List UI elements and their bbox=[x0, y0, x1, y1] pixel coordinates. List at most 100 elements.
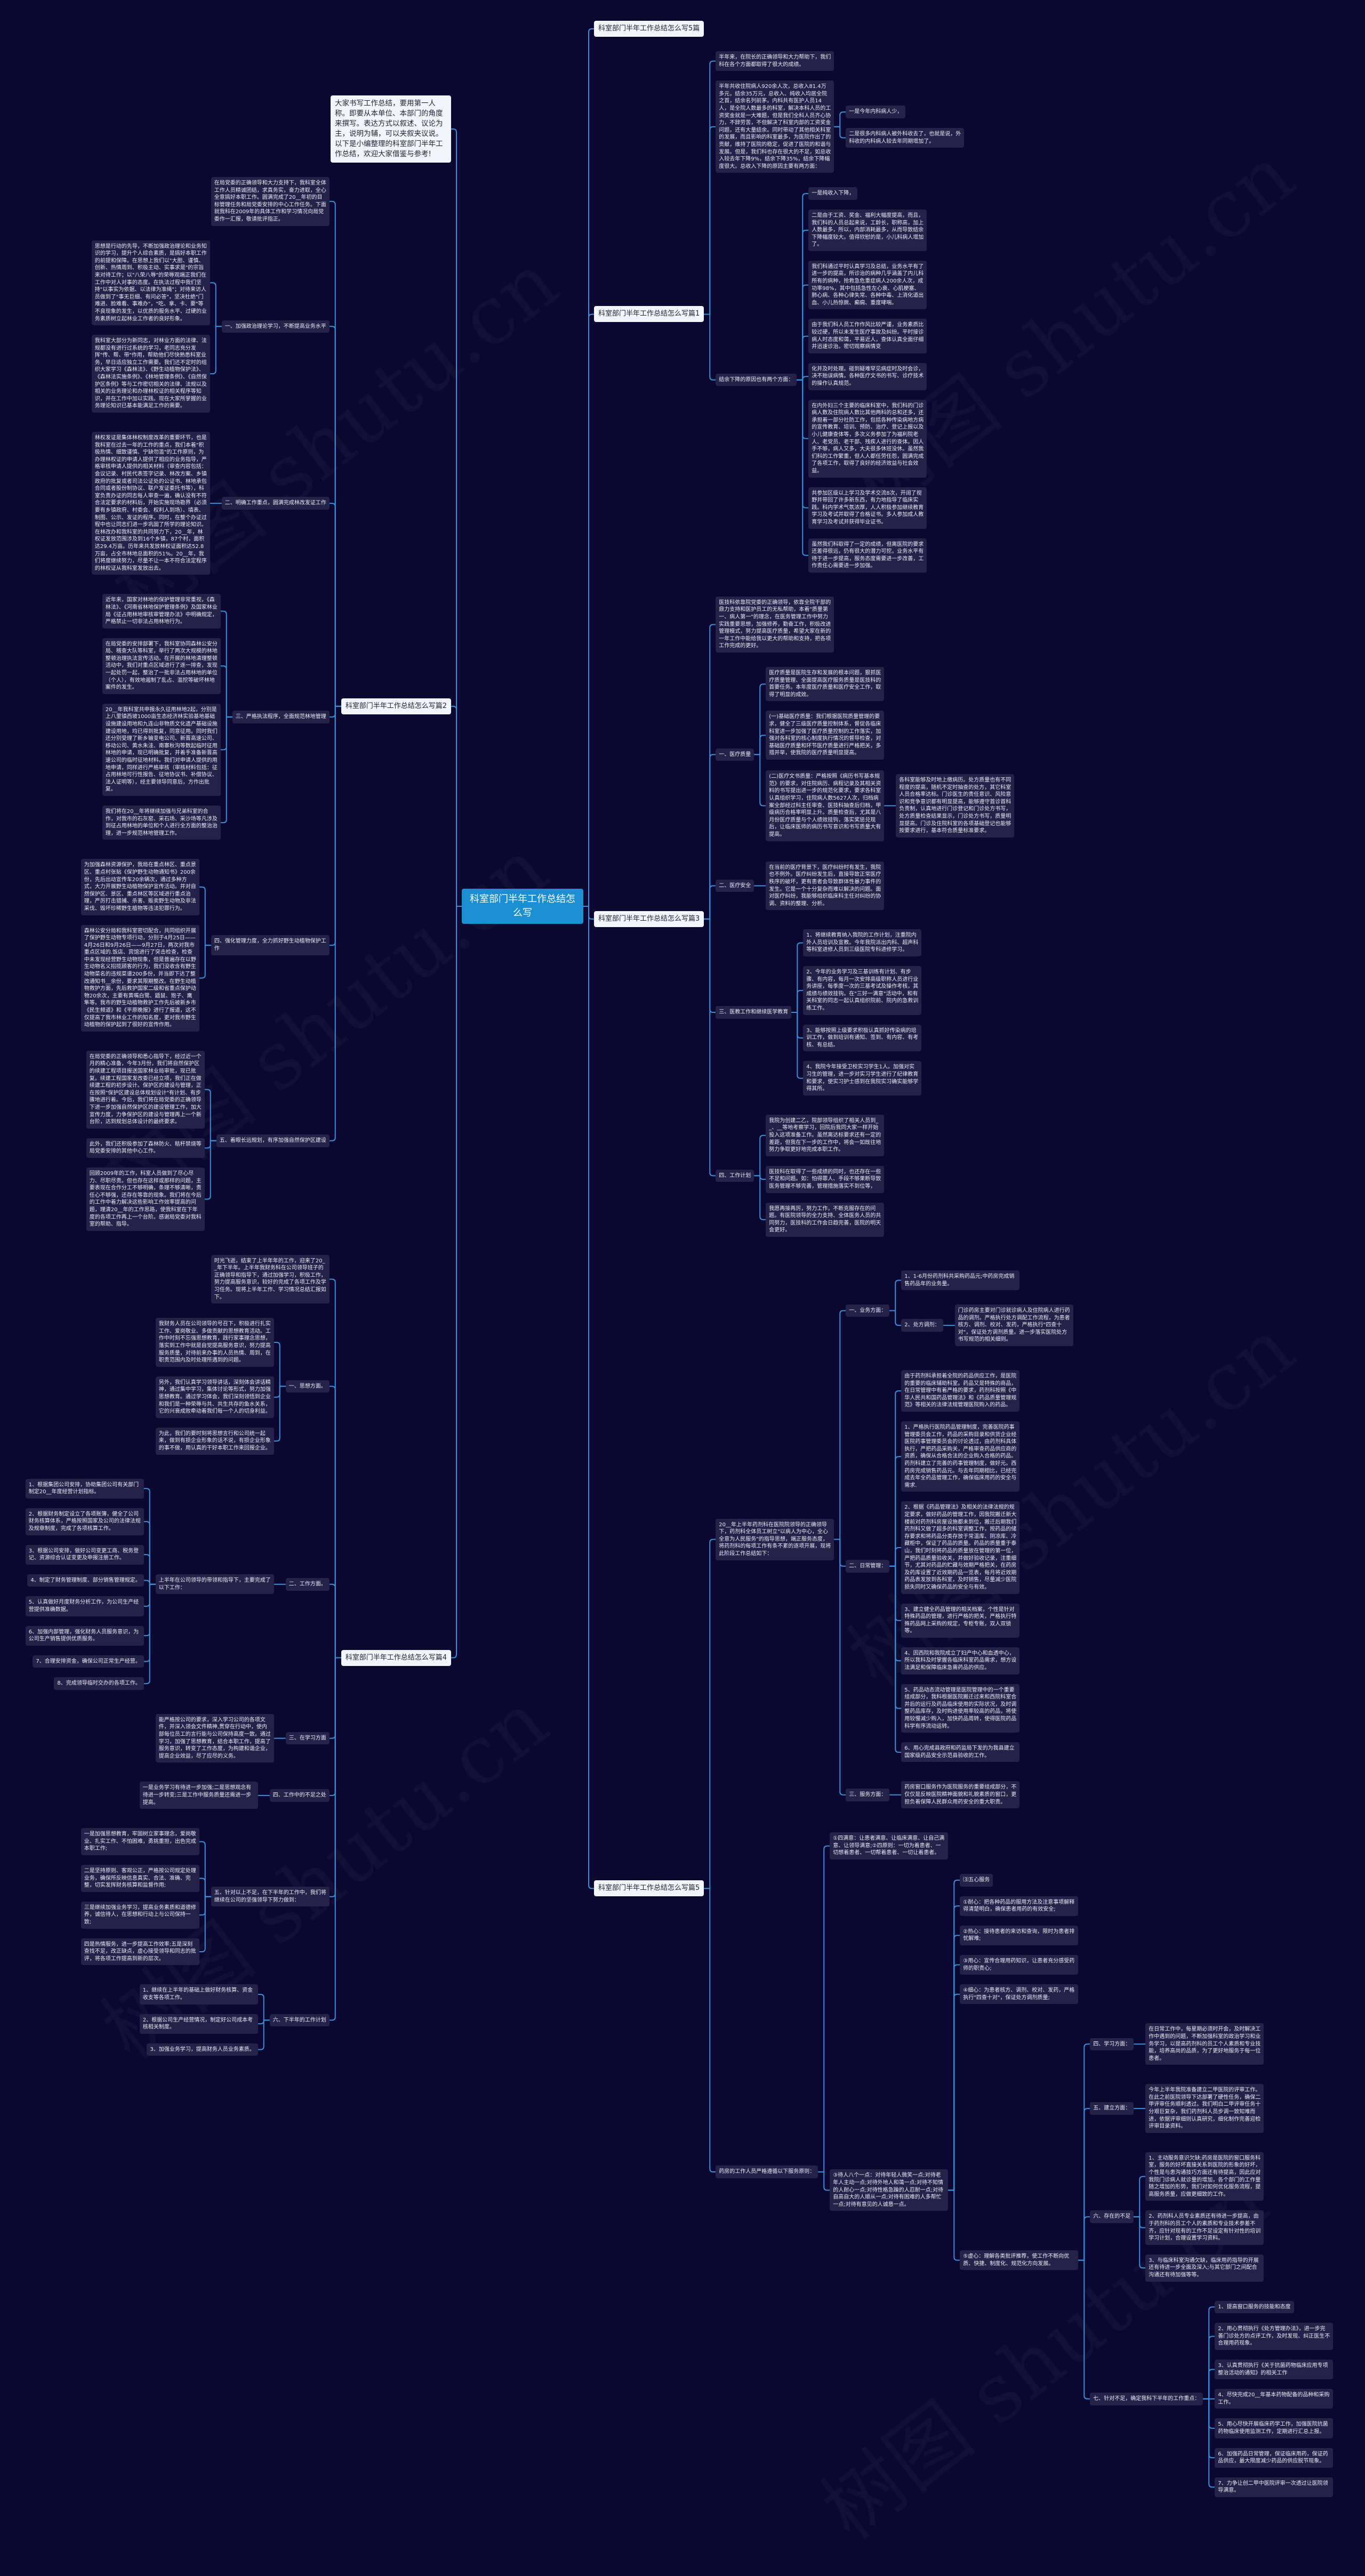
branch-node[interactable]: (二)医疗文书质量：严格按照《病历书写基本规范》的要求，对住院病历、病程记录及其… bbox=[766, 770, 885, 841]
section-title[interactable]: 科室部门半年工作总结怎么写篇2 bbox=[341, 698, 451, 714]
branch-node[interactable]: 四、工作计划 bbox=[716, 1169, 754, 1182]
content-node[interactable]: 在局党委的安排部署下，我科室协同森林公安分局、稽查大队等科室，举行了两次大规模的… bbox=[102, 638, 221, 694]
content-node[interactable]: 1、主动服务意识欠缺;药房是医院的窗口服务科室，服务的好坏直接关系到医院的形象的… bbox=[1145, 2152, 1264, 2201]
branch-node[interactable]: 20__年上半年药剂科在医院院领导的正确领导下，药剂科全体员工树立"以病人为中心… bbox=[716, 1518, 834, 1560]
content-node[interactable]: 虽然我们科取得了一定的成绩，但离医院的要求还差得很远，仍有很大的潜力可挖，业务水… bbox=[808, 538, 927, 573]
content-node[interactable]: 时光飞逝，结束了上半年年的工作，迎来了20__年下半年。上半年我财务科在公司领导… bbox=[211, 1254, 330, 1304]
content-node[interactable]: 今年上半年我院准备建立二甲医院的评审工作。在此之前医院领导下达部署了硬性任务，确… bbox=[1145, 2084, 1264, 2133]
branch-node[interactable]: 一、业务方面： bbox=[846, 1304, 890, 1317]
content-node[interactable]: 2、药剂科人员专业素质还有待进一步提高，由于药剂科的员工个人的素质和专业技术参差… bbox=[1145, 2210, 1264, 2245]
content-node[interactable]: 1、根据集团公司安排，协助集团公司有关部门制定20__年度经营计划指标。 bbox=[25, 1478, 144, 1499]
content-node[interactable]: 4、因西院和我院成立了妇产中心和血透中心，所以我科及时掌握各临床科室药品需求，想… bbox=[901, 1647, 1020, 1675]
content-node[interactable]: ④细心：为患者核方、调剂、校对、发药，严格执行"四查十对"，保证处方调剂质量; bbox=[960, 1984, 1079, 2005]
content-node[interactable]: (一)基础医疗质量：我们根据医院质量管理的要求，健全了三级医疗质量控制体系，督促… bbox=[766, 711, 885, 760]
branch-node[interactable]: 四、学习方面： bbox=[1090, 2038, 1134, 2051]
content-node[interactable]: 一是纯收入下降， bbox=[808, 187, 858, 200]
branch-node[interactable]: 半年共收住院病人920余人次，总收入81.4万多元，结余35万元，总收入、纯收入… bbox=[716, 80, 834, 173]
branch-node[interactable]: 三、服务方面： bbox=[846, 1789, 890, 1801]
content-node[interactable]: 6、用心完成县政府和药监局下发的为我县建立国家级药品安全示范县验收的工作。 bbox=[901, 1742, 1020, 1762]
content-node[interactable]: 医技科依靠院党委的正确领导，依靠全院干部的鼎力支持和医护员工的无私帮助，本着"质… bbox=[716, 596, 834, 653]
branch-node[interactable]: ⑤虚心：理解各类批评推荐，使工作不断向优质、快捷、制度化、规范化方向发展。 bbox=[960, 2250, 1079, 2271]
content-node[interactable]: 3、根据公司安排，做好公司变更工商、税务登记、资源综合认证变更及申报注册工作。 bbox=[25, 1544, 144, 1565]
content-node[interactable]: 我们将在20__年将继续加强与兄弟科室的合作，对我市的石灰窑、采石场、采沙场等凡… bbox=[102, 805, 221, 840]
content-node[interactable]: 3、与临床科室沟通欠缺，临床用药指导的开展还有待进一步全面及深入;与其它部门之间… bbox=[1145, 2254, 1264, 2282]
branch-node[interactable]: 五、着眼长远规划，有序加强自然保护区建设 bbox=[216, 1134, 330, 1147]
branch-node[interactable]: 二、日常管理： bbox=[846, 1559, 890, 1573]
branch-node[interactable]: 五、针对以上不足，在下半年的工作中，我们将继续在公司的坚强领导下努力做到： bbox=[211, 1887, 330, 1907]
content-node[interactable]: 3、能够按照上级要求积极认真抓好传染病的培训工作，做到培训有通知、签到、有内容、… bbox=[803, 1024, 922, 1052]
branch-node[interactable]: 六、存在的不足 bbox=[1090, 2210, 1134, 2223]
content-node[interactable]: 一是今年内科病人少， bbox=[846, 106, 906, 118]
content-node[interactable]: 在局党委的正确领导和悉心指导下，经过近一个月的精心准备，今年3月份，我们将自然保… bbox=[86, 1050, 205, 1129]
branch-node[interactable]: 六、下半年的工作计划 bbox=[269, 2014, 330, 2027]
content-node[interactable]: 我愿再接再厉，努力工作，不断克服存在的问题。有医院领导的全力支持、全体医务人员的… bbox=[766, 1202, 885, 1237]
branch-node[interactable]: 2、处方调剂： bbox=[901, 1319, 943, 1332]
content-node[interactable]: 由于我们科人员工作作风比较严谨，业务素质比较过硬，所以未发生医疗事故及纠纷。平时… bbox=[808, 319, 927, 353]
content-node[interactable]: 医技科在取得了一些成绩的同时，也还存在一些不足和问题。如：怕得罪人、手段不够果断… bbox=[766, 1165, 885, 1193]
content-node[interactable]: 2、根据公司生产经营情况，制定好公司成本考核相关制度。 bbox=[139, 2014, 258, 2034]
content-node[interactable]: 回顾2009年的工作，科室人员做到了尽心尽力、尽职尽责。但也存在这样或那样的问题… bbox=[86, 1167, 205, 1231]
content-node[interactable]: 药房窗口服务作为医院服务的重要组成部分，不仅仅是反映医院精神面貌和礼貌素质的窗口… bbox=[901, 1781, 1020, 1809]
content-node[interactable]: 一是业务学习有待进一步加强;二是思想观念有待进一步转变;三是工作中服务质量还需进… bbox=[139, 1782, 258, 1809]
content-node[interactable]: 思想是行动的先导，不断加强政治理论和业务知识的学习，提升个人综合素质，是搞好本职… bbox=[91, 240, 210, 326]
branch-node[interactable]: 药房的工作人员严格遵循以下服务原则： bbox=[716, 2166, 818, 2178]
branch-node[interactable]: 二、明确工作重点，圆满完成林改发证工作 bbox=[221, 497, 330, 510]
branch-node[interactable]: 结余下降的原因也有两个方面： bbox=[716, 373, 797, 387]
content-node[interactable]: 2、根据财务制定设立了各项账簿，健全了公司财务核算体系，严格按照国家及公司的法律… bbox=[25, 1508, 144, 1535]
content-node[interactable]: 1、提高窗口服务的技能和态度 bbox=[1215, 2300, 1294, 2314]
content-node[interactable]: 1、继续在上半年的基础上做好财务核算、资金收支等各项工作。 bbox=[139, 1984, 258, 2005]
section-title[interactable]: 科室部门半年工作总结怎么写篇3 bbox=[594, 911, 704, 927]
content-node[interactable]: 一是加强思想教育，牢固树立家事理念，爱岗敬业、扎实工作、不怕困难，勇挑重担，出色… bbox=[81, 1828, 199, 1855]
content-node[interactable]: 1、1-6月份药剂科共采购药品元;中药房完成销售药品年的业务量。 bbox=[901, 1270, 1020, 1291]
content-node[interactable]: 林权发证是集体林权制度改革的重要环节，也是我科室在过去一年的工作的重点，我们本着… bbox=[91, 432, 210, 575]
branch-node[interactable]: 二、工作方面。 bbox=[285, 1577, 330, 1591]
section-title[interactable]: 科室部门半年工作总结怎么写篇4 bbox=[341, 1649, 451, 1666]
content-node[interactable]: 7、合理安排资金，确保公司正常生产经营。 bbox=[33, 1655, 144, 1668]
content-node[interactable]: 2、根据《药品管理法》及相关的法律法规的规定要求，做好药品的管理工作，因我院搬迁… bbox=[901, 1501, 1020, 1594]
content-node[interactable]: 二是很多内科病人被外科收去了，也就是说，外科收的内科病人较去年同期增加了。 bbox=[846, 127, 965, 148]
content-node[interactable]: ⑶五心服务 bbox=[960, 1873, 993, 1887]
content-node[interactable]: 医疗质量是医院生存和发展的根本问题，狠抓医疗质量管理、全面提高医疗服务质量是医技… bbox=[766, 667, 885, 702]
content-node[interactable]: 2、用心贯彻执行《处方管理办法》，进一步完善门诊处方的点评工作，及时发现、纠正医… bbox=[1215, 2323, 1334, 2350]
content-node[interactable]: 我们科通过平时认真学习及总结，业务水平有了进一步的提高，所诊治的病种几乎涵盖了内… bbox=[808, 260, 927, 310]
content-node[interactable]: 在局党委的正确领导和大力支持下，我科室全体工作人员精诚团结，求真务实，奋力进取，… bbox=[211, 177, 330, 226]
content-node[interactable]: 为此，我们的要时刻将思想言行和公司统一起来，做到有损企业形象的话不说，有损企业形… bbox=[155, 1427, 274, 1455]
content-node[interactable]: 6、加强内部管理，强化财务人员服务意识，为公司生产销售提供优质服务。 bbox=[25, 1625, 144, 1646]
content-node[interactable]: 我科室大部分为新同志，对林业方面的法律、法规都没有进行过系统的学习，老同志充分发… bbox=[91, 335, 210, 413]
branch-node[interactable]: 四、工作中的不足之处 bbox=[269, 1789, 330, 1802]
content-node[interactable]: 我院为创建二乙，院部领导组织了相关人员到__、__等地考察学习，回院后我同大家一… bbox=[766, 1114, 885, 1156]
branch-node[interactable]: 上半年在公司领导的带领和指导下，主要完成了以下工作： bbox=[155, 1574, 274, 1595]
branch-node[interactable]: 一、思想方面。 bbox=[285, 1380, 330, 1393]
content-node[interactable]: 二是由于工资、奖金、福利大幅度提高，而且，我们科的人员总起来说，工龄长，职称高，… bbox=[808, 209, 927, 251]
content-node[interactable]: 在日常工作中，每星期必须时开会，及时解决工作中遇到的问题，不断加强科室的政治学习… bbox=[1145, 2023, 1264, 2065]
content-node[interactable]: 5、药品动态流动管理是医院管理中的一个重要组成部分，我科根据医院搬迁过来和西院科… bbox=[901, 1684, 1020, 1733]
content-node[interactable]: 森林公安分局和我科室密切配合，共同组织开展了保护野生动物专项行动，分别于4月25… bbox=[81, 924, 199, 1032]
content-node[interactable]: 1、严格执行医院药品管理制度，完善医院药事管理委员会工作，药品的采购目录和供货企… bbox=[901, 1421, 1020, 1492]
root-topic[interactable]: 科室部门半年工作总结怎么写 bbox=[462, 889, 583, 924]
content-node[interactable]: ②热心：接待患者的来访和查询，限时为患者排忧解难; bbox=[960, 1925, 1079, 1945]
content-node[interactable]: 门诊药房主要对门诊就诊病人及住院病人进行药品的调剂。严格执行处方调配工作流程，为… bbox=[954, 1305, 1073, 1347]
content-node[interactable]: 5、用心尽快开展临床药学工作，加强医院抗菌药物临床使用监测工作，定期进行汇总上报… bbox=[1215, 2418, 1334, 2438]
content-node[interactable]: 8、完成领导临时交办的各项工作。 bbox=[54, 1677, 144, 1690]
intro-note[interactable]: 大家书写工作总结，要用第一人称。即要从本单位、本部门的角度来撰写。表达方式以叙述… bbox=[331, 95, 451, 163]
branch-node[interactable]: 三、医教工作和继续医学教育 bbox=[716, 1006, 792, 1019]
content-node[interactable]: 近年来，国家对林地的保护管理非常重视，《森林法》、《河南省林地保护管理条例》及国… bbox=[102, 594, 221, 629]
content-node[interactable]: 3、建立健全药品管理的相关档案，个性是针对特殊药品的管理，进行严格的把关，严格执… bbox=[901, 1603, 1020, 1638]
content-node[interactable]: ①耐心：把各种药品的服用方法及注意事项解释得清楚明白，确保患者用药的有效安全; bbox=[960, 1896, 1079, 1916]
branch-node[interactable]: 七、针对不足，确定我科下半年的工作重点： bbox=[1090, 2392, 1203, 2405]
content-node[interactable]: 3、加强业务学习，提高财务人员业务素质。 bbox=[147, 2043, 258, 2056]
branch-node[interactable]: 一、加强政治理论学习，不断提高业务水平 bbox=[221, 320, 330, 333]
branch-node[interactable]: 一、医疗质量 bbox=[716, 748, 754, 761]
content-node[interactable]: 20__年我科室共申报永久征用林地2起，分别是上八里镇西坡1000亩生态经济林实… bbox=[102, 703, 221, 796]
content-node[interactable]: 在内外妇三个主要的临床科室中，我们科的门诊病人数及住院病人数比其他两科的总和还多… bbox=[808, 399, 927, 478]
content-node[interactable]: 6、加强药品日常管理，保证临床用药，保证药品供应，最大限度减少药品的供应脱节现象… bbox=[1215, 2448, 1334, 2468]
content-node[interactable]: 另外，我们认真学习领导讲话，深刻体会讲话精神，通过集中学习，集体讨论等形式，努力… bbox=[155, 1376, 274, 1418]
branch-node[interactable]: 二、医疗安全 bbox=[716, 879, 754, 892]
section-title[interactable]: 科室部门半年工作总结怎么写5篇 bbox=[594, 21, 704, 37]
content-node[interactable]: 此外，我们还积极参加了森林防火、秸秆禁烧等局党委安排的其他中心工作。 bbox=[86, 1138, 205, 1158]
branch-node[interactable]: 三、在学习方面 bbox=[285, 1732, 330, 1745]
content-node[interactable]: 1、将继续教育纳入我院的工作计划，注重院内外人员培训及宣教。今年我院派出内科、超… bbox=[803, 929, 922, 957]
content-node[interactable]: 4、尽快完成20__年基本药物配备的品种和采购工作。 bbox=[1215, 2389, 1334, 2409]
section-title[interactable]: 科室部门半年工作总结怎么写篇5 bbox=[594, 1880, 704, 1897]
content-node[interactable]: 二是坚持原则、客观公正，严格按公司规定处理业务，确保所反映信息真实、合法、准确、… bbox=[81, 1865, 199, 1892]
